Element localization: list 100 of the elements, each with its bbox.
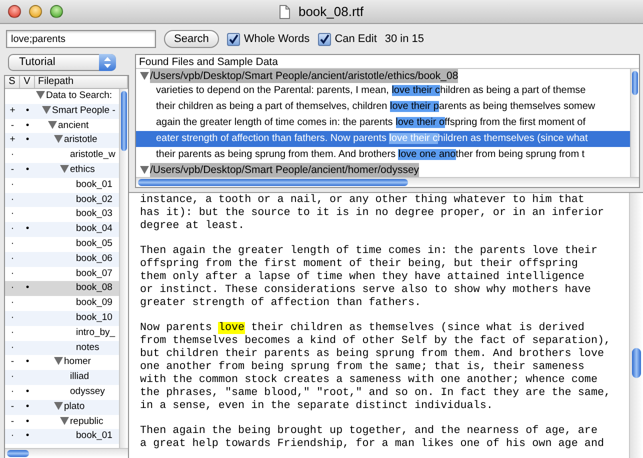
tree-row[interactable]: · book_07 — [5, 266, 119, 282]
file-name: illiad — [70, 371, 90, 382]
disclosure-triangle-icon[interactable] — [48, 120, 57, 129]
tree-row[interactable]: · intro_by_ — [5, 326, 119, 341]
tree-row[interactable]: - • republic — [5, 414, 119, 430]
tree-row[interactable]: - • homer — [5, 355, 119, 370]
file-name: aristotle — [64, 134, 98, 146]
tree-row[interactable]: · book_03 — [5, 207, 119, 222]
file-path[interactable]: /Users/vpb/Desktop/Smart People/ancient/homer/odyssey — [150, 163, 420, 177]
tree-row[interactable]: · aristotle_w — [5, 148, 119, 163]
disclosure-triangle-icon[interactable] — [60, 164, 69, 173]
result-snippet[interactable]: eater strength of affection than fathers. Now parents love their children as themselves (since what — [136, 131, 630, 147]
disclosure-triangle-icon[interactable] — [60, 416, 69, 425]
status-mark: · — [10, 236, 16, 251]
tree-row[interactable]: + • aristotle — [5, 133, 119, 148]
disclosure-triangle-icon[interactable] — [54, 402, 63, 410]
tree-row[interactable]: - • ancient — [5, 118, 119, 134]
checkbox[interactable] — [226, 32, 240, 46]
status-mark: - — [10, 118, 16, 133]
disclosure-triangle-icon[interactable] — [36, 91, 45, 99]
file-name: book_07 — [76, 268, 112, 279]
disclosure-triangle-icon[interactable] — [42, 106, 51, 114]
visible-dot: • — [24, 384, 30, 399]
zoom-button[interactable] — [50, 5, 63, 18]
visible-dot: • — [24, 400, 30, 414]
tree-row[interactable]: · • book_04 — [5, 222, 119, 237]
status-mark: · — [10, 252, 16, 266]
dropdown[interactable]: Tutorial — [8, 54, 116, 71]
checkbox[interactable] — [318, 32, 331, 46]
tree-row[interactable]: · • odyssey — [5, 384, 119, 400]
file-name: odyssey — [70, 386, 105, 397]
file-name: aristotle_w — [70, 149, 116, 160]
visible-dot: • — [24, 162, 30, 177]
tree-row[interactable]: · book_05 — [5, 236, 119, 252]
status-mark: · — [10, 370, 16, 384]
disclosure-triangle-icon[interactable] — [140, 72, 149, 80]
minimize-button[interactable] — [29, 5, 42, 18]
paragraph: Now parents love their children as themselves (since what is derived from themselves becomes a kind of other Self by the fact of separation), but children their parents as being sprung from them. And brothers love one another from being sprung from the same; that is, their sameness with the common stock creates a sameness with one another; whence come the phrases, "same blood," "root," and so on. In fact they are the same, in a sense, even in the separate distinct individuals. — [140, 322, 612, 412]
checkbox-label: Whole Words — [244, 32, 310, 47]
horizontal-scrollbar[interactable] — [136, 177, 639, 187]
vertical-scrollbar[interactable] — [119, 89, 128, 448]
visible-dot: • — [24, 222, 30, 236]
status-mark: · — [10, 326, 16, 340]
horizontal-scrollbar[interactable] — [5, 448, 128, 458]
vertical-scrollbar[interactable] — [630, 69, 639, 177]
column-header: Filepath — [35, 76, 128, 88]
paragraph: instance, a tooth or a nail, or any other thing whatever to him that has it): but the source to it is in no degree proper, or in an inferior degree at least. — [140, 194, 606, 233]
tree-row[interactable]: Data to Search: — [5, 89, 119, 104]
result-snippet[interactable]: varieties to depend on the Parental: parents, I mean, love their children as being a part of themse — [136, 83, 630, 99]
match-count: 30 in 15 — [384, 32, 424, 47]
checkbox-label: Can Edit — [334, 32, 377, 47]
file-name: homer — [64, 356, 91, 368]
paragraph: Then again the being brought up together, and the nearness of age, are a great help towards Friendship, for a man likes one of his own age and — [140, 425, 606, 451]
file-name: book_08 — [76, 282, 112, 294]
tree-row[interactable]: · book_01 — [5, 178, 119, 193]
tree-row[interactable]: · book_09 — [5, 296, 119, 311]
file-name: Data to Search: — [46, 90, 112, 101]
file-name: Smart People - — [52, 104, 116, 116]
tree-row[interactable]: · • book_01 — [5, 429, 119, 444]
disclosure-triangle-icon[interactable] — [54, 135, 63, 144]
status-mark: - — [10, 162, 16, 177]
file-name: plato — [64, 400, 85, 412]
tree-row[interactable]: · • book_08 — [5, 281, 119, 296]
result-snippet[interactable]: their children as being a part of themselves, children love their parents as being themselves somew — [136, 99, 630, 115]
file-name: book_06 — [76, 252, 112, 264]
tree-row[interactable]: · illiad — [5, 370, 119, 385]
file-path[interactable]: /Users/vpb/Desktop/Smart People/ancient/aristotle/ethics/book_08 — [150, 69, 458, 83]
vertical-scrollbar[interactable] — [629, 193, 643, 458]
column-header: S — [5, 76, 20, 88]
status-mark: · — [10, 310, 16, 325]
file-name: book_02 — [76, 194, 112, 205]
tree-row[interactable]: + • Smart People - — [5, 104, 119, 119]
tree-row[interactable]: - • plato — [5, 400, 119, 415]
status-mark: · — [10, 266, 16, 281]
file-name: ethics — [70, 164, 95, 175]
search-button[interactable]: Search — [164, 30, 219, 48]
disclosure-triangle-icon[interactable] — [140, 166, 149, 174]
tree-row[interactable]: - • ethics — [5, 162, 119, 178]
tree-row[interactable]: · book_10 — [5, 310, 119, 326]
status-mark: · — [10, 148, 16, 162]
status-mark: - — [10, 400, 16, 414]
status-mark: · — [10, 192, 16, 207]
visible-dot: • — [24, 429, 30, 444]
tree-row[interactable]: · book_06 — [5, 252, 119, 267]
tree-row[interactable]: · notes — [5, 340, 119, 356]
disclosure-triangle-icon[interactable] — [54, 357, 63, 366]
file-name: book_04 — [76, 223, 112, 234]
status-mark: · — [10, 178, 16, 192]
file-name: intro_by_ — [76, 326, 116, 338]
file-name: book_10 — [76, 312, 112, 323]
file-name: ancient — [58, 120, 89, 131]
file-name: book_01 — [76, 178, 112, 190]
close-button[interactable] — [8, 5, 21, 18]
tree-row[interactable]: · book_02 — [5, 192, 119, 208]
visible-dot: • — [24, 133, 30, 148]
status-mark: - — [10, 414, 16, 429]
visible-dot: • — [24, 281, 30, 296]
status-mark: - — [10, 355, 16, 370]
up-down-arrows-icon — [104, 57, 111, 68]
search-field[interactable]: love;parents — [6, 30, 156, 48]
